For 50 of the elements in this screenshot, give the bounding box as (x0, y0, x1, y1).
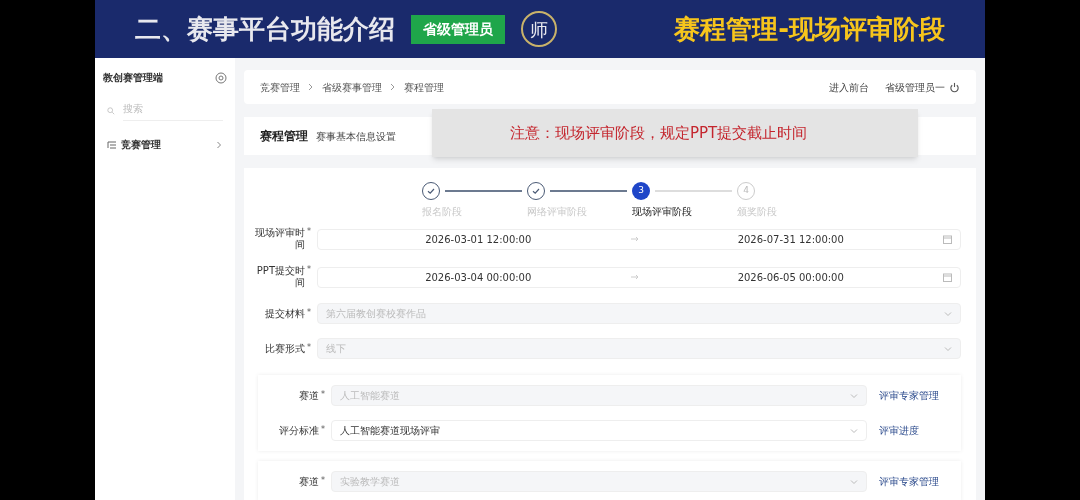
field-label: 现场评审时间 (254, 227, 305, 251)
breadcrumb-link[interactable]: 赛程管理 (404, 79, 444, 95)
required-mark: * (321, 475, 325, 486)
link[interactable]: 评审进度 (879, 423, 951, 438)
sidebar-item[interactable]: 竞赛管理 (103, 133, 227, 156)
field-label: 赛道 (298, 389, 319, 402)
chevron-down-icon (850, 478, 858, 485)
field-label: PPT提交时间 (255, 265, 305, 289)
note-banner: 注意：现场评审阶段，规定PPT提交截止时间 (432, 109, 918, 157)
chevron-down-icon (944, 310, 952, 317)
field-label: 提交材料 (264, 307, 305, 320)
chevron-icon (308, 83, 314, 91)
chevron-down-icon (850, 392, 858, 399)
front-link[interactable]: 进入前台 (829, 79, 869, 95)
arrow-icon (630, 274, 639, 280)
settings-icon[interactable] (215, 71, 227, 84)
step-label[interactable]: 现场评审阶段 (632, 204, 692, 219)
logo: 师 (521, 11, 557, 47)
chevron-down-icon (850, 427, 858, 434)
page-subtitle: 赛事基本信息设置 (316, 129, 396, 144)
required-mark: * (307, 265, 311, 275)
slide-title: 二、赛事平台功能介绍 (135, 12, 395, 46)
required-mark: * (321, 424, 325, 435)
breadcrumb-link[interactable]: 竞赛管理 (260, 79, 300, 95)
select-field[interactable]: 人工智能赛道现场评审 (331, 420, 867, 441)
calendar-icon (943, 234, 952, 244)
field-label: 评分标准 (278, 424, 319, 437)
user-name[interactable]: 省级管理员一 (885, 79, 945, 95)
role-badge: 省级管理员 (411, 14, 505, 44)
search-field[interactable]: 搜索 (123, 101, 223, 121)
date-range-field[interactable]: 2026-03-04 00:00:00 2026-06-05 00:00:00 (317, 266, 961, 288)
field-label: 赛道 (298, 475, 319, 488)
chevron-down-icon (944, 345, 952, 352)
sidebar-title: 教创赛管理端 (103, 71, 163, 85)
search-icon (107, 106, 115, 116)
required-mark: * (307, 342, 311, 353)
chevron-icon (390, 83, 396, 91)
required-mark: * (321, 389, 325, 400)
calendar-icon (943, 272, 952, 282)
page-title: 赛程管理 (260, 128, 308, 145)
field-label: 比赛形式 (264, 342, 305, 355)
required-mark: * (307, 307, 311, 318)
breadcrumb-link[interactable]: 省级赛事管理 (322, 79, 382, 95)
power-icon[interactable] (949, 81, 960, 93)
menu-list-icon (107, 139, 117, 150)
slide-subtitle: 赛程管理-现场评审阶段 (674, 12, 945, 46)
date-range-field[interactable]: 2026-03-01 12:00:00 2026-07-31 12:00:00 (317, 228, 961, 250)
step-number: 3 (632, 182, 650, 200)
arrow-icon (630, 236, 639, 242)
required-mark: * (307, 227, 311, 237)
